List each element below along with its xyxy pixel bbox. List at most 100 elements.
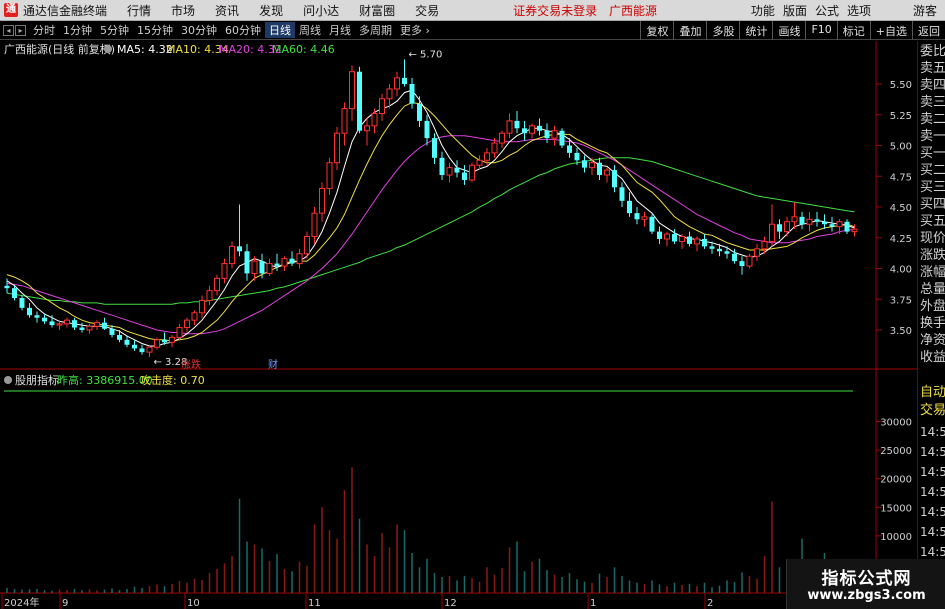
- candle[interactable]: [627, 192, 632, 217]
- candle[interactable]: [664, 231, 670, 247]
- candle[interactable]: [319, 182, 325, 222]
- period-60min[interactable]: 60分钟: [221, 22, 265, 38]
- prev-arrow-icon[interactable]: ◂: [3, 24, 14, 36]
- candle[interactable]: [42, 314, 47, 324]
- candle[interactable]: [514, 111, 520, 134]
- menu-item-assistant[interactable]: 问小达: [293, 2, 349, 19]
- candle[interactable]: [754, 243, 760, 262]
- candle[interactable]: [529, 123, 535, 139]
- candle[interactable]: [139, 344, 145, 355]
- candle[interactable]: [132, 339, 137, 351]
- period-1min[interactable]: 1分钟: [59, 22, 96, 38]
- candle[interactable]: [341, 102, 348, 146]
- period-monthly[interactable]: 月线: [325, 22, 355, 38]
- next-arrow-icon[interactable]: ▸: [15, 24, 26, 36]
- kline-chart[interactable]: 广西能源(日线 前复权) MA5: 4.32 MA10: 4.34 MA20: …: [0, 41, 917, 609]
- candle[interactable]: [94, 320, 100, 330]
- candle[interactable]: [281, 256, 288, 271]
- candle[interactable]: [102, 317, 107, 330]
- candle[interactable]: [469, 162, 475, 183]
- candle[interactable]: [739, 256, 745, 275]
- period-15min[interactable]: 15分钟: [133, 22, 177, 38]
- multi-stock-button[interactable]: 多股: [706, 21, 739, 40]
- candle[interactable]: [424, 114, 430, 146]
- candle[interactable]: [289, 251, 295, 267]
- period-daily[interactable]: 日线: [265, 22, 295, 38]
- candle[interactable]: [244, 243, 250, 281]
- candle[interactable]: [769, 204, 775, 247]
- period-multi[interactable]: 多周期: [355, 22, 396, 38]
- login-notice[interactable]: 证券交易未登录 广西能源: [513, 2, 665, 19]
- draw-line-button[interactable]: 画线: [772, 21, 805, 40]
- candle[interactable]: [506, 113, 513, 139]
- candle[interactable]: [822, 214, 827, 230]
- candle[interactable]: [597, 157, 602, 180]
- candle[interactable]: [27, 302, 32, 318]
- candle[interactable]: [522, 120, 527, 141]
- candle[interactable]: [784, 216, 790, 237]
- candle[interactable]: [454, 160, 460, 178]
- candle[interactable]: [357, 66, 362, 134]
- indicator-gear-icon[interactable]: [4, 376, 12, 384]
- candle[interactable]: [169, 334, 175, 348]
- candle[interactable]: [334, 127, 340, 171]
- candle[interactable]: [544, 123, 550, 144]
- menu-item-trade[interactable]: 交易: [405, 2, 449, 19]
- candle[interactable]: [86, 323, 93, 334]
- candle[interactable]: [582, 155, 587, 173]
- event-tag-limit[interactable]: 涨跌: [181, 358, 201, 371]
- candle[interactable]: [199, 295, 205, 318]
- candle[interactable]: [64, 317, 70, 328]
- add-watchlist-button[interactable]: +自选: [869, 21, 912, 40]
- back-button[interactable]: 返回: [912, 21, 945, 40]
- candle[interactable]: [237, 204, 242, 257]
- menu-item-discover[interactable]: 发现: [249, 2, 293, 19]
- candle[interactable]: [349, 65, 355, 121]
- candle[interactable]: [72, 317, 77, 330]
- period-intraday[interactable]: 分时: [29, 22, 59, 38]
- candle[interactable]: [402, 59, 407, 87]
- candle[interactable]: [634, 207, 640, 225]
- trade-panel-label[interactable]: 自动: [920, 385, 945, 401]
- adjust-button[interactable]: 复权: [640, 21, 673, 40]
- candle[interactable]: [259, 253, 265, 279]
- candle[interactable]: [296, 248, 303, 269]
- candle[interactable]: [641, 211, 648, 227]
- menu-item-market[interactable]: 行情: [117, 2, 161, 19]
- candle[interactable]: [34, 311, 40, 323]
- event-tag-finance[interactable]: 财: [268, 358, 278, 371]
- period-weekly[interactable]: 周线: [295, 22, 325, 38]
- candle[interactable]: [206, 285, 213, 306]
- candle[interactable]: [304, 231, 310, 259]
- candle[interactable]: [657, 226, 662, 244]
- candle[interactable]: [619, 182, 625, 207]
- candle[interactable]: [829, 216, 835, 232]
- candle[interactable]: [559, 128, 565, 148]
- candle[interactable]: [679, 234, 685, 249]
- period-more[interactable]: 更多 ›: [396, 22, 434, 38]
- period-30min[interactable]: 30分钟: [177, 22, 221, 38]
- candle[interactable]: [446, 162, 453, 183]
- stats-button[interactable]: 统计: [739, 21, 772, 40]
- candle[interactable]: [409, 77, 415, 109]
- candle[interactable]: [19, 295, 25, 311]
- overlay-button[interactable]: 叠加: [673, 21, 706, 40]
- candle[interactable]: [791, 202, 798, 230]
- candle[interactable]: [79, 322, 85, 333]
- candle[interactable]: [417, 96, 422, 128]
- candle[interactable]: [4, 278, 10, 294]
- candle[interactable]: [702, 234, 707, 249]
- candle[interactable]: [221, 258, 228, 284]
- mark-button[interactable]: 标记: [836, 21, 870, 40]
- candle[interactable]: [364, 118, 370, 146]
- candle[interactable]: [439, 151, 445, 180]
- candle[interactable]: [806, 211, 813, 232]
- candle[interactable]: [266, 258, 273, 276]
- user-label[interactable]: 游客: [909, 2, 945, 19]
- menu-item-formula[interactable]: 公式: [811, 2, 843, 19]
- candle[interactable]: [649, 214, 655, 235]
- candle[interactable]: [394, 71, 400, 97]
- candle[interactable]: [499, 130, 505, 148]
- candle[interactable]: [326, 157, 333, 195]
- trade-login-status[interactable]: 证券交易未登录: [513, 4, 597, 18]
